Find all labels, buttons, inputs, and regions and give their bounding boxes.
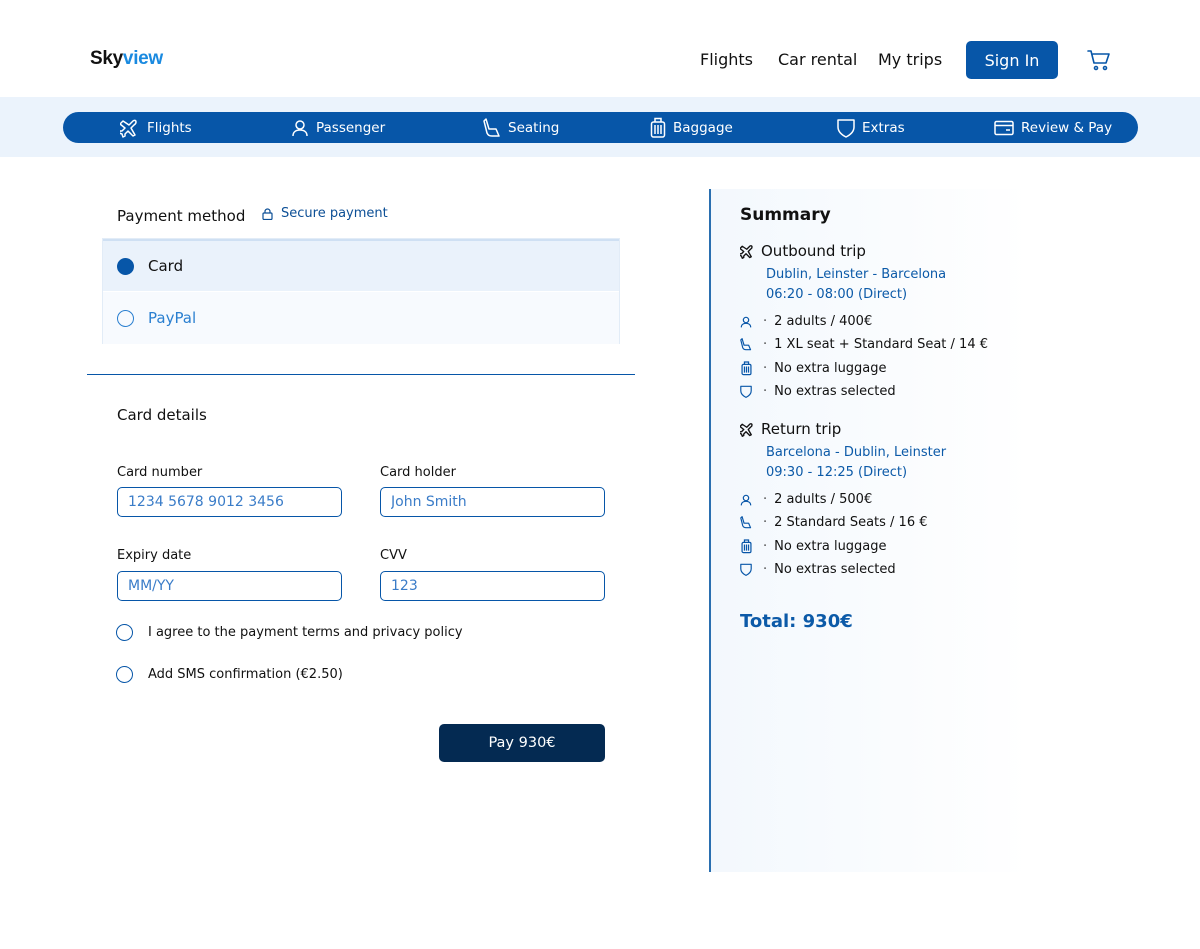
outbound-luggage: · No extra luggage bbox=[739, 361, 887, 376]
outbound-passengers: · 2 adults / 400€ bbox=[739, 314, 872, 329]
card-holder-input[interactable] bbox=[380, 487, 605, 517]
radio-selected-icon[interactable] bbox=[117, 257, 134, 275]
step-label: Baggage bbox=[673, 119, 733, 136]
plane-icon bbox=[740, 244, 753, 259]
return-extras: · No extras selected bbox=[739, 562, 896, 577]
card-holder-label: Card holder bbox=[380, 465, 456, 480]
payment-methods: Card PayPal bbox=[102, 238, 620, 344]
payment-method-title: Payment method bbox=[117, 207, 246, 225]
step-flights[interactable]: Flights bbox=[120, 112, 192, 143]
expiry-date-label: Expiry date bbox=[117, 548, 192, 563]
step-seating[interactable]: Seating bbox=[483, 112, 559, 143]
seat-icon bbox=[740, 516, 752, 529]
secure-payment: Secure payment bbox=[262, 206, 388, 221]
luggage-icon bbox=[740, 361, 752, 376]
row-text: 2 adults / 500€ bbox=[774, 492, 873, 507]
row-text: 2 Standard Seats / 16 € bbox=[774, 515, 928, 530]
step-label: Extras bbox=[862, 119, 905, 136]
luggage-icon bbox=[740, 539, 752, 554]
nav-flights[interactable]: Flights bbox=[700, 50, 753, 69]
checkbox-circle-icon[interactable] bbox=[116, 666, 133, 683]
radio-icon[interactable] bbox=[117, 309, 134, 327]
row-text: No extras selected bbox=[774, 562, 896, 577]
logo-part-1: Sky bbox=[90, 48, 123, 69]
sign-in-button[interactable]: Sign In bbox=[966, 41, 1058, 79]
row-text: 2 adults / 400€ bbox=[774, 314, 873, 329]
step-passenger[interactable]: Passenger bbox=[291, 112, 385, 143]
summary-title: Summary bbox=[740, 205, 831, 225]
method-label: PayPal bbox=[148, 309, 197, 327]
step-label: Flights bbox=[147, 119, 192, 136]
seat-icon bbox=[740, 338, 752, 351]
row-text: No extra luggage bbox=[774, 539, 887, 554]
person-icon bbox=[740, 494, 752, 505]
expiry-date-input[interactable] bbox=[117, 571, 342, 601]
step-label: Seating bbox=[508, 119, 560, 136]
return-time: 09:30 - 12:25 (Direct) bbox=[766, 465, 908, 480]
card-details-title: Card details bbox=[117, 406, 207, 424]
method-paypal[interactable]: PayPal bbox=[103, 292, 619, 344]
step-review-pay[interactable]: Review & Pay bbox=[994, 112, 1112, 143]
row-text: 1 XL seat + Standard Seat / 14 € bbox=[774, 337, 988, 352]
outbound-extras: · No extras selected bbox=[739, 384, 896, 399]
row-text: No extras selected bbox=[774, 384, 896, 399]
outbound-trip-title: Outbound trip bbox=[761, 242, 866, 260]
cvv-input[interactable] bbox=[380, 571, 605, 601]
outbound-seats: · 1 XL seat + Standard Seat / 14 € bbox=[739, 337, 988, 352]
shield-icon bbox=[740, 385, 752, 398]
logo[interactable]: Skyview bbox=[90, 48, 163, 70]
logo-part-2: view bbox=[122, 48, 163, 69]
divider bbox=[87, 374, 635, 375]
method-label: Card bbox=[148, 257, 184, 275]
row-text: No extra luggage bbox=[774, 361, 887, 376]
step-label: Passenger bbox=[316, 119, 386, 136]
person-icon bbox=[740, 316, 752, 327]
outbound-trip-heading: Outbound trip bbox=[740, 242, 866, 260]
step-extras[interactable]: Extras bbox=[837, 112, 905, 143]
cvv-label: CVV bbox=[380, 548, 407, 563]
person-icon bbox=[292, 119, 308, 136]
seat-icon bbox=[483, 117, 500, 137]
return-seats: · 2 Standard Seats / 16 € bbox=[739, 515, 928, 530]
step-baggage[interactable]: Baggage bbox=[650, 112, 733, 143]
sms-label: Add SMS confirmation (€2.50) bbox=[148, 667, 343, 682]
lock-icon bbox=[262, 207, 273, 220]
wallet-icon bbox=[994, 120, 1014, 135]
card-number-label: Card number bbox=[117, 465, 203, 480]
card-number-input[interactable] bbox=[117, 487, 342, 517]
secure-payment-label: Secure payment bbox=[281, 206, 388, 221]
step-label: Review & Pay bbox=[1021, 119, 1113, 136]
sms-checkbox[interactable]: Add SMS confirmation (€2.50) bbox=[116, 666, 343, 683]
pay-button[interactable]: Pay 930€ bbox=[439, 724, 605, 762]
progress-steps: Flights Passenger Seating Baggage Extras… bbox=[63, 112, 1138, 143]
nav-my-trips[interactable]: My trips bbox=[878, 50, 942, 69]
return-trip-title: Return trip bbox=[761, 420, 842, 438]
terms-label: I agree to the payment terms and privacy… bbox=[148, 625, 463, 640]
summary-total: Total: 930€ bbox=[740, 611, 853, 632]
cart-icon[interactable] bbox=[1087, 49, 1111, 71]
plane-icon bbox=[740, 422, 753, 437]
return-route: Barcelona - Dublin, Leinster bbox=[766, 445, 947, 460]
outbound-route: Dublin, Leinster - Barcelona bbox=[766, 267, 947, 282]
return-luggage: · No extra luggage bbox=[739, 539, 887, 554]
return-trip-heading: Return trip bbox=[740, 420, 841, 438]
method-card[interactable]: Card bbox=[103, 239, 619, 291]
shield-icon bbox=[740, 563, 752, 576]
nav-car-rental[interactable]: Car rental bbox=[778, 50, 857, 69]
shield-icon bbox=[837, 118, 855, 138]
header: Skyview Flights Car rental My trips Sign… bbox=[0, 0, 1200, 97]
plane-icon bbox=[120, 119, 137, 138]
return-passengers: · 2 adults / 500€ bbox=[739, 492, 872, 507]
checkbox-circle-icon[interactable] bbox=[116, 624, 133, 641]
outbound-time: 06:20 - 08:00 (Direct) bbox=[766, 287, 908, 302]
terms-checkbox[interactable]: I agree to the payment terms and privacy… bbox=[116, 624, 463, 641]
luggage-icon bbox=[650, 117, 666, 138]
